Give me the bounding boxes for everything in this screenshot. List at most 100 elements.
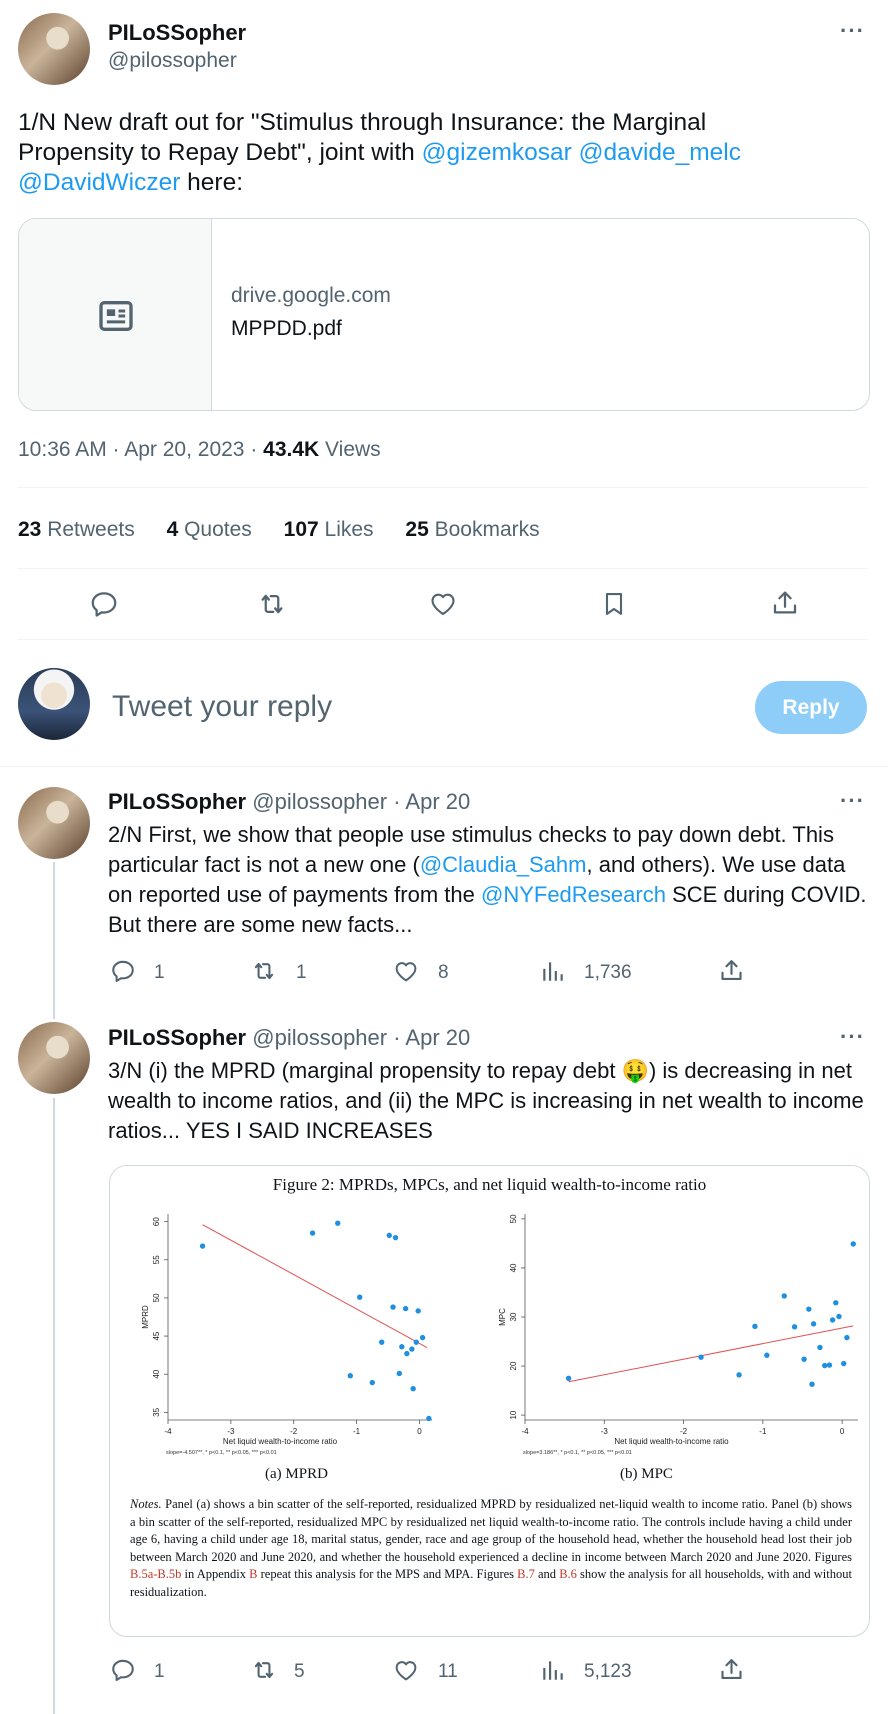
reply2-avatar[interactable] xyxy=(18,1022,90,1094)
tweet-timestamp[interactable]: 10:36 AM · Apr 20, 2023 · xyxy=(18,438,263,461)
reply-button[interactable]: Reply xyxy=(755,681,867,734)
stat-retweets[interactable]: 23 Retweets xyxy=(18,518,135,541)
data-point xyxy=(565,1375,572,1382)
data-point xyxy=(826,1362,833,1368)
mention-davidwiczer[interactable]: @DavidWiczer xyxy=(18,169,180,196)
reply2-like-count: 11 xyxy=(438,1661,458,1682)
reply1-reply-icon[interactable] xyxy=(110,958,136,984)
notes-text-3: repeat this analysis for the MPS and MPA… xyxy=(257,1567,518,1582)
link-card[interactable]: drive.google.com MPPDD.pdf xyxy=(18,218,870,411)
y-tick-label: 50 xyxy=(509,1214,518,1223)
reply1-handle-date[interactable]: @pilossopher · Apr 20 xyxy=(252,789,470,814)
y-tick-label: 60 xyxy=(152,1217,161,1226)
data-point xyxy=(396,1370,403,1377)
mention-nyfedresearch[interactable]: @NYFedResearch xyxy=(481,882,666,907)
reply1-author-name[interactable]: PILoSSopher xyxy=(108,789,246,814)
reply2-more-button[interactable]: ··· xyxy=(840,1024,865,1050)
data-point xyxy=(736,1372,742,1378)
reply1-retweet-icon[interactable] xyxy=(250,958,278,984)
data-point xyxy=(309,1230,316,1236)
retweets-count: 23 xyxy=(18,518,42,541)
reply-icon[interactable] xyxy=(89,589,119,619)
notes-ref-b7[interactable]: B.7 xyxy=(517,1567,535,1581)
x-tick-label: -1 xyxy=(759,1427,767,1436)
y-axis-label: MPC xyxy=(498,1308,507,1326)
stat-bookmarks[interactable]: 25 Bookmarks xyxy=(405,518,539,541)
y-tick-label: 35 xyxy=(152,1407,161,1416)
reply2-share-icon[interactable] xyxy=(718,1656,745,1683)
x-axis-label: Net liquid wealth-to-income ratio xyxy=(223,1437,338,1446)
data-point xyxy=(413,1339,419,1345)
data-point xyxy=(801,1356,807,1362)
data-point xyxy=(419,1334,426,1341)
quotes-count: 4 xyxy=(166,518,179,541)
data-point xyxy=(369,1379,375,1386)
author-name[interactable]: PILoSSopher xyxy=(108,20,246,46)
tweet-text-suffix: here: xyxy=(180,169,244,196)
reply2-author-name[interactable]: PILoSSopher xyxy=(108,1025,246,1050)
fit-line xyxy=(568,1325,854,1383)
data-point xyxy=(841,1360,847,1367)
data-point xyxy=(409,1346,415,1352)
panel-a-caption: (a) MPRD xyxy=(265,1466,328,1482)
x-tick-label: 0 xyxy=(417,1427,422,1436)
bookmark-icon[interactable] xyxy=(600,589,628,619)
data-point xyxy=(829,1317,836,1323)
reply1-avatar[interactable] xyxy=(18,787,90,859)
data-point xyxy=(810,1321,817,1327)
likes-label: Likes xyxy=(318,518,374,541)
retweet-icon[interactable] xyxy=(256,589,288,619)
y-tick-label: 20 xyxy=(509,1361,518,1370)
reply2-handle-date[interactable]: @pilossopher · Apr 20 xyxy=(252,1025,470,1050)
data-point xyxy=(390,1304,396,1310)
y-tick-label: 40 xyxy=(509,1263,518,1272)
reply2-retweet-icon[interactable] xyxy=(250,1657,278,1683)
data-point xyxy=(844,1334,850,1341)
data-point xyxy=(357,1294,363,1300)
mention-davide-melc[interactable]: @davide_melc xyxy=(579,139,741,166)
y-tick-label: 30 xyxy=(509,1312,518,1321)
x-tick-label: -4 xyxy=(164,1427,172,1436)
mention-claudia-sahm[interactable]: @Claudia_Sahm xyxy=(420,852,587,877)
reply2-like-icon[interactable] xyxy=(393,1658,419,1683)
notes-ref-b6[interactable]: B.6 xyxy=(559,1567,577,1581)
stat-quotes[interactable]: 4 Quotes xyxy=(167,518,252,541)
mention-gizemkosar[interactable]: @gizemkosar xyxy=(422,139,572,166)
reply2-reply-icon[interactable] xyxy=(110,1657,136,1683)
more-options-button[interactable]: ··· xyxy=(840,18,865,44)
author-handle[interactable]: @pilossopher xyxy=(108,49,237,73)
chart-footnote: slope=3.186**, * p<0.1, ** p<0.05, *** p… xyxy=(523,1450,632,1456)
share-icon[interactable] xyxy=(770,588,800,618)
my-avatar[interactable] xyxy=(18,668,90,740)
tweet-text: 1/N New draft out for "Stimulus through … xyxy=(18,108,808,198)
data-point xyxy=(199,1243,206,1249)
notes-ref-b5[interactable]: B.5a-B.5b xyxy=(130,1567,181,1581)
reply1-views-icon[interactable] xyxy=(540,958,566,984)
reply1-retweet-count: 1 xyxy=(296,962,307,983)
views-count: 43.4K xyxy=(263,438,320,461)
reply1-more-button[interactable]: ··· xyxy=(840,788,865,814)
data-point xyxy=(410,1386,416,1392)
notes-text-4: and xyxy=(534,1567,560,1582)
reply-input[interactable]: Tweet your reply xyxy=(112,690,332,724)
reply1-like-icon[interactable] xyxy=(393,959,419,984)
like-icon[interactable] xyxy=(428,590,458,618)
data-point xyxy=(833,1300,839,1306)
data-point xyxy=(426,1415,432,1422)
tweet-meta: 10:36 AM · Apr 20, 2023 · 43.4K Views xyxy=(18,438,381,462)
data-point xyxy=(335,1220,341,1226)
reply2-header: PILoSSopher @pilossopher · Apr 20 xyxy=(108,1025,470,1051)
notes-text-1: Panel (a) shows a bin scatter of the sel… xyxy=(130,1497,852,1564)
reply2-views-icon[interactable] xyxy=(540,1657,566,1683)
notes-label: Notes. xyxy=(130,1497,162,1511)
document-icon xyxy=(96,296,136,336)
reply1-share-icon[interactable] xyxy=(718,957,745,984)
reply2-views-count: 5,123 xyxy=(584,1661,632,1682)
stat-likes[interactable]: 107 Likes xyxy=(284,518,374,541)
figure-notes: Notes. Panel (a) shows a bin scatter of … xyxy=(130,1496,852,1602)
x-tick-label: -1 xyxy=(353,1427,361,1436)
attached-figure[interactable]: Figure 2: MPRDs, MPCs, and net liquid we… xyxy=(109,1165,870,1637)
avatar[interactable] xyxy=(18,13,90,85)
reply1-header: PILoSSopher @pilossopher · Apr 20 xyxy=(108,789,470,815)
reply2-text: 3/N (i) the MPRD (marginal propensity to… xyxy=(108,1056,872,1146)
